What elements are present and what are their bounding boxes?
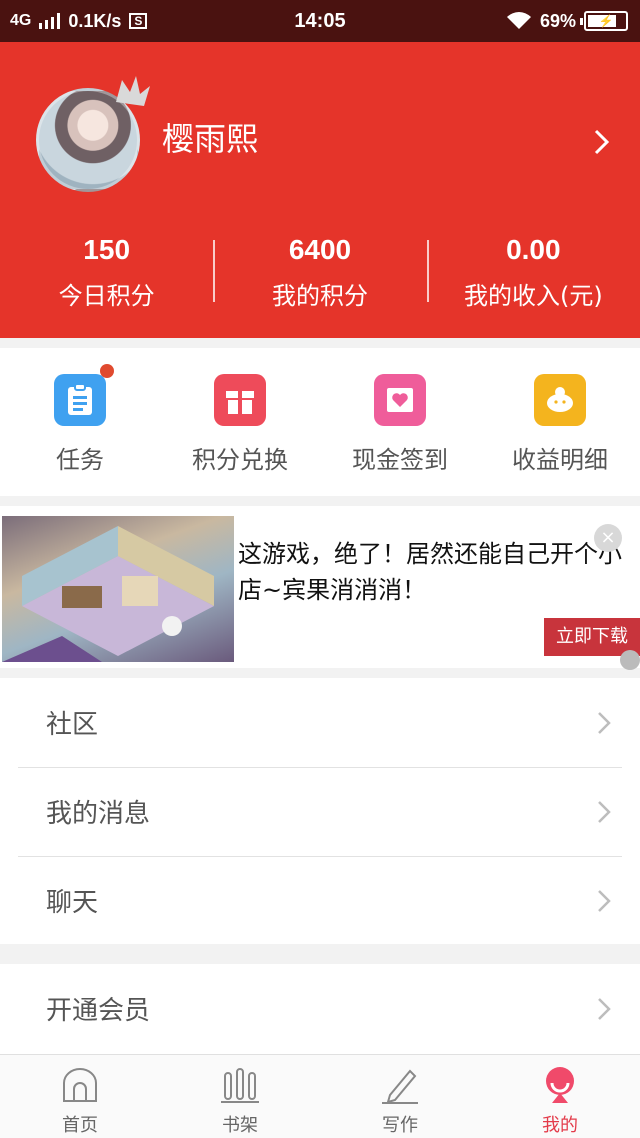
menu-item-membership[interactable]: 开通会员 [0, 964, 640, 1053]
ad-text: 这游戏，绝了！居然还能自己开个小店~宾果消消消！ [238, 540, 622, 604]
pencil-icon [382, 1069, 418, 1104]
menu-item-label: 聊天 [46, 888, 99, 918]
menu-item-label: 社区 [46, 710, 99, 740]
status-bar: 4G 0.1K/s S 14:05 69% ⚡ [0, 0, 640, 42]
battery-icon: ⚡ [580, 11, 628, 31]
signal-icon [39, 13, 61, 29]
ad-banner[interactable]: 这游戏，绝了！居然还能自己开个小店~宾果消消消！ × 立即下载 [0, 506, 640, 670]
chevron-right-icon [598, 800, 611, 823]
battery-percent: 69% [539, 10, 576, 31]
bottom-nav: 首页 书架 写作 我的 [0, 1054, 640, 1138]
profile-header[interactable]: 樱雨熙 150 今日积分 6400 我的积分 0.00 我的收入(元) [0, 42, 640, 338]
menu-group-2: 开通会员 [0, 964, 640, 1056]
quick-action-task[interactable]: 任务 [0, 348, 160, 496]
nav-mine[interactable]: 我的 [480, 1055, 640, 1138]
menu-item-my-messages[interactable]: 我的消息 [0, 767, 640, 856]
quick-action-label: 积分兑换 [192, 446, 288, 474]
quick-action-label: 任务 [56, 446, 104, 474]
menu-item-chat[interactable]: 聊天 [0, 856, 640, 945]
username: 樱雨熙 [162, 120, 259, 158]
stat-my-points[interactable]: 6400 我的积分 [213, 230, 426, 310]
s-badge-icon: S [129, 13, 148, 29]
nav-label: 首页 [62, 1115, 98, 1136]
profile-icon [546, 1067, 574, 1103]
menu-item-label: 开通会员 [46, 996, 151, 1026]
menu-item-label: 我的消息 [46, 799, 151, 829]
ad-marker-icon [620, 650, 640, 670]
notification-dot [100, 364, 114, 378]
stat-value: 0.00 [506, 234, 561, 265]
wifi-icon [506, 12, 531, 29]
quick-action-points-exchange[interactable]: 积分兑换 [160, 348, 320, 496]
chevron-right-icon [598, 889, 611, 912]
stat-today-points[interactable]: 150 今日积分 [0, 230, 213, 310]
quick-action-label: 收益明细 [512, 446, 608, 474]
stat-label: 今日积分 [58, 282, 155, 310]
network-type: 4G [10, 12, 32, 29]
stat-value: 150 [83, 234, 131, 265]
quick-action-earnings-detail[interactable]: 收益明细 [480, 348, 640, 496]
nav-home[interactable]: 首页 [0, 1055, 160, 1138]
chevron-right-icon[interactable] [592, 128, 612, 156]
nav-label: 写作 [382, 1115, 418, 1136]
network-speed: 0.1K/s [68, 10, 122, 31]
chevron-right-icon [598, 997, 611, 1020]
stats-row: 150 今日积分 6400 我的积分 0.00 我的收入(元) [0, 230, 640, 310]
nav-bookshelf[interactable]: 书架 [160, 1055, 320, 1138]
chevron-right-icon [598, 711, 611, 734]
quick-action-cash-checkin[interactable]: 现金签到 [320, 348, 480, 496]
home-icon [63, 1068, 97, 1102]
avatar[interactable] [36, 76, 150, 192]
task-clipboard-icon [54, 364, 114, 426]
nav-label: 我的 [542, 1115, 578, 1136]
bookshelf-icon [221, 1068, 259, 1103]
envelope-heart-icon [374, 374, 426, 426]
piggy-bank-icon [534, 374, 586, 426]
stat-label: 我的收入(元) [463, 282, 603, 310]
close-icon[interactable]: × [594, 524, 622, 552]
quick-action-label: 现金签到 [352, 446, 448, 474]
nav-write[interactable]: 写作 [320, 1055, 480, 1138]
quick-actions: 任务 积分兑换 现金签到 收益明细 [0, 348, 640, 496]
nav-label: 书架 [222, 1115, 258, 1136]
crown-icon [116, 76, 150, 106]
stat-value: 6400 [288, 234, 352, 265]
stat-label: 我的积分 [271, 282, 368, 310]
ad-image[interactable] [2, 516, 234, 662]
stat-my-income[interactable]: 0.00 我的收入(元) [426, 230, 640, 310]
menu-group-1: 社区 我的消息 聊天 [0, 678, 640, 944]
gift-icon [214, 374, 266, 426]
menu-item-community[interactable]: 社区 [0, 678, 640, 767]
